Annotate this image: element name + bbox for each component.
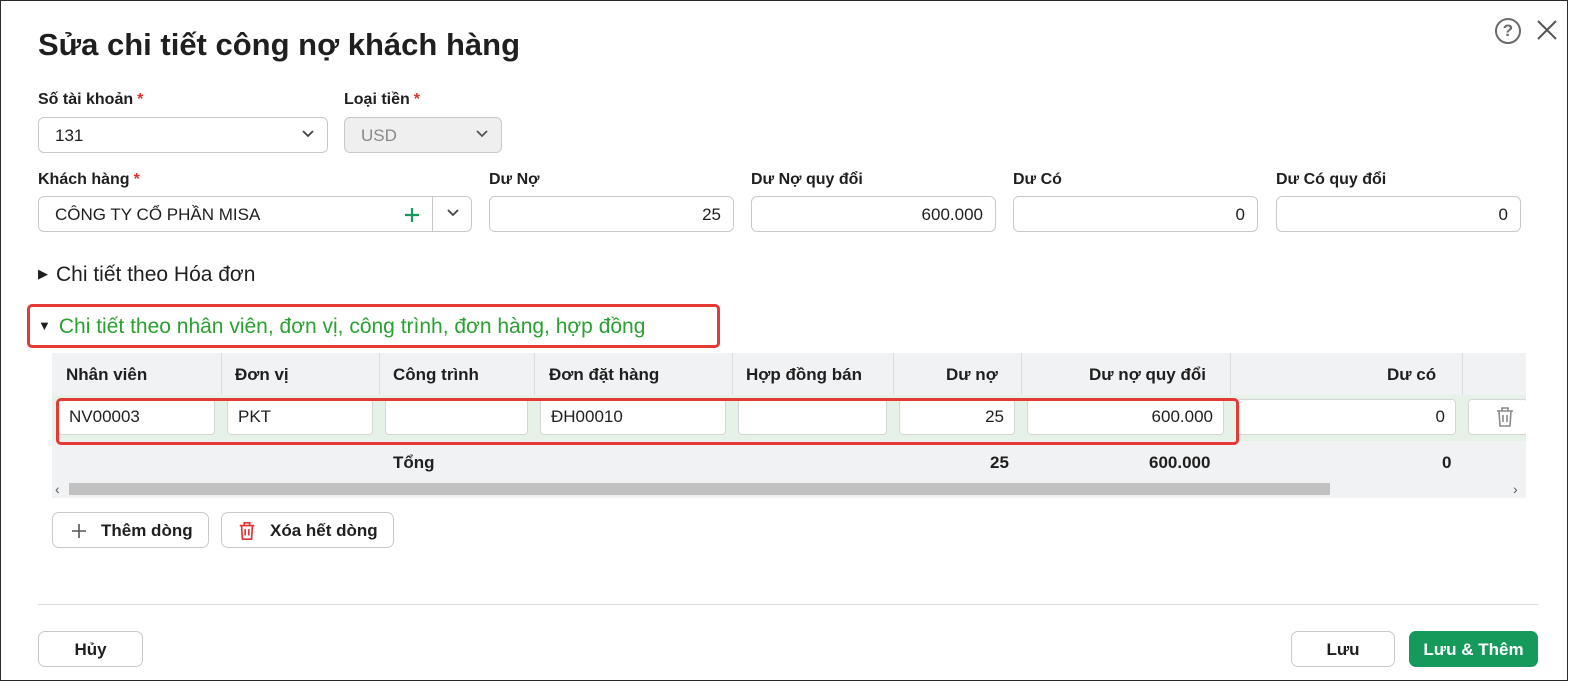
save-button[interactable]: Lưu (1291, 631, 1395, 667)
collapse-arrow-icon: ▼ (38, 318, 51, 333)
total-label: Tổng (393, 453, 435, 472)
delete-row-icon[interactable] (1494, 405, 1516, 429)
debit-converted-label: Dư Nợ quy đổi (751, 171, 863, 188)
add-customer-icon[interactable] (403, 206, 421, 224)
col-separator (1230, 353, 1231, 395)
footer-divider (38, 604, 1538, 605)
col-separator (893, 353, 894, 395)
help-icon[interactable]: ? (1495, 18, 1521, 44)
separator (432, 197, 433, 231)
section-employee-toggle[interactable]: ▼ Chi tiết theo nhân viên, đơn vị, công t… (38, 315, 645, 339)
credit-converted-label: Dư Có quy đổi (1276, 171, 1387, 188)
header-project: Công trình (393, 365, 479, 384)
save-and-add-button[interactable]: Lưu & Thêm (1409, 631, 1538, 667)
col-separator (732, 353, 733, 395)
total-credit: 0 (1442, 453, 1452, 472)
close-icon[interactable] (1535, 18, 1559, 42)
add-row-button[interactable]: Thêm dòng (52, 512, 209, 548)
header-employee: Nhân viên (66, 365, 148, 384)
col-separator (1462, 353, 1463, 395)
currency-select[interactable]: USD (344, 117, 502, 153)
total-debit-converted: 600.000 (1149, 453, 1211, 472)
chevron-down-icon[interactable] (446, 208, 460, 218)
credit-converted-input[interactable]: 0 (1276, 196, 1521, 232)
col-separator (1021, 353, 1022, 395)
col-separator (221, 353, 222, 395)
trash-icon (239, 522, 255, 540)
col-separator (379, 353, 380, 395)
scroll-right-icon[interactable]: › (1513, 481, 1518, 497)
dialog-title: Sửa chi tiết công nợ khách hàng (38, 27, 520, 62)
horizontal-scrollbar[interactable]: ‹ › (52, 480, 1526, 498)
debit-label: Dư Nợ (489, 171, 540, 188)
plus-icon (72, 524, 86, 538)
scroll-thumb[interactable] (69, 483, 1330, 495)
total-debit: 25 (990, 453, 1009, 472)
header-order: Đơn đặt hàng (549, 365, 660, 384)
chevron-down-icon (302, 130, 314, 138)
customer-select[interactable]: CÔNG TY CỔ PHẦN MISA (38, 196, 472, 232)
account-select[interactable]: 131 (38, 117, 328, 153)
cell-credit[interactable]: 0 (1236, 399, 1456, 435)
credit-label: Dư Có (1013, 171, 1062, 188)
header-unit: Đơn vị (235, 365, 289, 384)
header-debit: Dư nợ (946, 365, 998, 384)
header-debit-converted: Dư nợ quy đổi (1089, 365, 1206, 384)
customer-label: Khách hàng * (38, 171, 140, 188)
row-highlight-box (56, 398, 1239, 445)
col-separator (534, 353, 535, 395)
chevron-down-icon (476, 130, 488, 138)
cancel-button[interactable]: Hủy (38, 631, 143, 667)
debit-input[interactable]: 25 (489, 196, 734, 232)
expand-arrow-icon: ▶ (38, 266, 48, 281)
clear-rows-button[interactable]: Xóa hết dòng (221, 512, 394, 548)
header-credit: Dư có (1387, 365, 1437, 384)
dialog: Sửa chi tiết công nợ khách hàng ? Số tài… (0, 0, 1568, 681)
scroll-left-icon[interactable]: ‹ (55, 481, 60, 497)
header-contract: Hợp đồng bán (746, 365, 862, 384)
debit-converted-input[interactable]: 600.000 (751, 196, 996, 232)
section-invoice-toggle[interactable]: ▶ Chi tiết theo Hóa đơn (38, 263, 255, 287)
account-label: Số tài khoản * (38, 91, 144, 108)
credit-input[interactable]: 0 (1013, 196, 1258, 232)
currency-label: Loại tiền * (344, 91, 421, 108)
